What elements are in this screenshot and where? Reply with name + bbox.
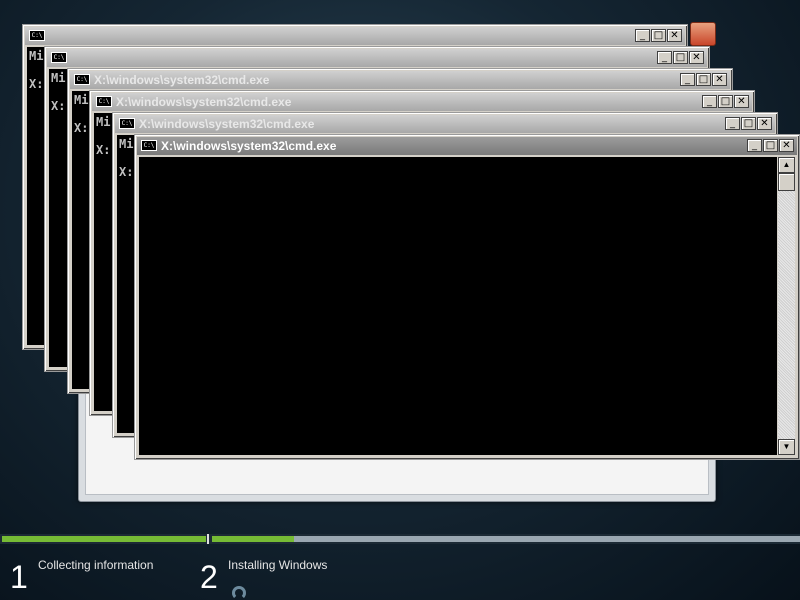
window-controls: _ □ ✕ — [746, 139, 794, 153]
cmd-window-title: X:\windows\system32\cmd.exe — [139, 117, 315, 131]
console-area[interactable] — [139, 157, 777, 455]
cmd-app-icon[interactable]: C:\ — [141, 140, 157, 151]
progress-step2-remaining — [294, 536, 800, 542]
cmd-app-icon[interactable]: C:\ — [29, 30, 45, 41]
cmd-titlebar[interactable]: C:\ X:\windows\system32\cmd.exe _ □ ✕ — [115, 115, 775, 133]
cmd-app-icon[interactable]: C:\ — [51, 52, 67, 63]
progress-divider — [207, 534, 209, 544]
step-number: 1 — [10, 559, 28, 595]
minimize-button[interactable]: _ — [635, 29, 650, 42]
setup-progress-bar — [0, 534, 800, 544]
cmd-window[interactable]: C:\ X:\windows\system32\cmd.exe _ □ ✕ ▲ ▼ — [134, 134, 800, 460]
scroll-thumb[interactable] — [778, 173, 795, 191]
step-label: Collecting information — [38, 558, 154, 572]
cmd-titlebar[interactable]: C:\ X:\windows\system32\cmd.exe _ □ ✕ — [92, 93, 752, 111]
maximize-button[interactable]: □ — [763, 139, 778, 152]
window-controls: _ □ ✕ — [701, 95, 749, 109]
minimize-button[interactable]: _ — [747, 139, 762, 152]
console-text: Mi X: — [74, 93, 89, 135]
cmd-window-title: X:\windows\system32\cmd.exe — [116, 95, 292, 109]
cmd-titlebar[interactable]: C:\ _ □ ✕ — [47, 49, 707, 67]
minimize-button[interactable]: _ — [680, 73, 695, 86]
cmd-window-title: X:\windows\system32\cmd.exe — [161, 139, 337, 153]
scroll-down-button[interactable]: ▼ — [778, 439, 795, 455]
maximize-button[interactable]: □ — [651, 29, 666, 42]
window-controls: _ □ ✕ — [634, 29, 682, 43]
console-text: Mi X: — [96, 115, 111, 157]
close-button[interactable]: ✕ — [757, 117, 772, 130]
cmd-window-title: X:\windows\system32\cmd.exe — [94, 73, 270, 87]
maximize-button[interactable]: □ — [673, 51, 688, 64]
console-text: Mi X: — [51, 71, 66, 113]
minimize-button[interactable]: _ — [725, 117, 740, 130]
vertical-scrollbar[interactable]: ▲ ▼ — [778, 157, 795, 455]
close-button[interactable]: ✕ — [779, 139, 794, 152]
console-text: Mi X: — [29, 49, 44, 91]
scroll-up-button[interactable]: ▲ — [778, 157, 795, 173]
spinner-icon — [232, 586, 246, 600]
window-controls: _ □ ✕ — [656, 51, 704, 65]
maximize-button[interactable]: □ — [741, 117, 756, 130]
window-controls: _ □ ✕ — [724, 117, 772, 131]
cmd-app-icon[interactable]: C:\ — [74, 74, 90, 85]
progress-step2-complete — [212, 536, 294, 542]
close-button[interactable]: ✕ — [689, 51, 704, 64]
minimize-button[interactable]: _ — [657, 51, 672, 64]
close-button[interactable]: ✕ — [712, 73, 727, 86]
minimize-button[interactable]: _ — [702, 95, 717, 108]
close-button[interactable]: ✕ — [734, 95, 749, 108]
cmd-titlebar[interactable]: C:\ X:\windows\system32\cmd.exe _ □ ✕ — [70, 71, 730, 89]
window-controls: _ □ ✕ — [679, 73, 727, 87]
cmd-titlebar[interactable]: C:\ X:\windows\system32\cmd.exe _ □ ✕ — [137, 137, 797, 155]
cmd-app-icon[interactable]: C:\ — [119, 118, 135, 129]
progress-step1-complete — [2, 536, 206, 542]
maximize-button[interactable]: □ — [696, 73, 711, 86]
close-button[interactable]: ✕ — [667, 29, 682, 42]
maximize-button[interactable]: □ — [718, 95, 733, 108]
console-text: Mi X: — [119, 137, 134, 179]
cmd-app-icon[interactable]: C:\ — [96, 96, 112, 107]
step-number: 2 — [200, 559, 218, 595]
step-label: Installing Windows — [228, 558, 328, 572]
setup-close-button[interactable] — [690, 22, 716, 46]
cmd-titlebar[interactable]: C:\ _ □ ✕ — [25, 27, 685, 45]
